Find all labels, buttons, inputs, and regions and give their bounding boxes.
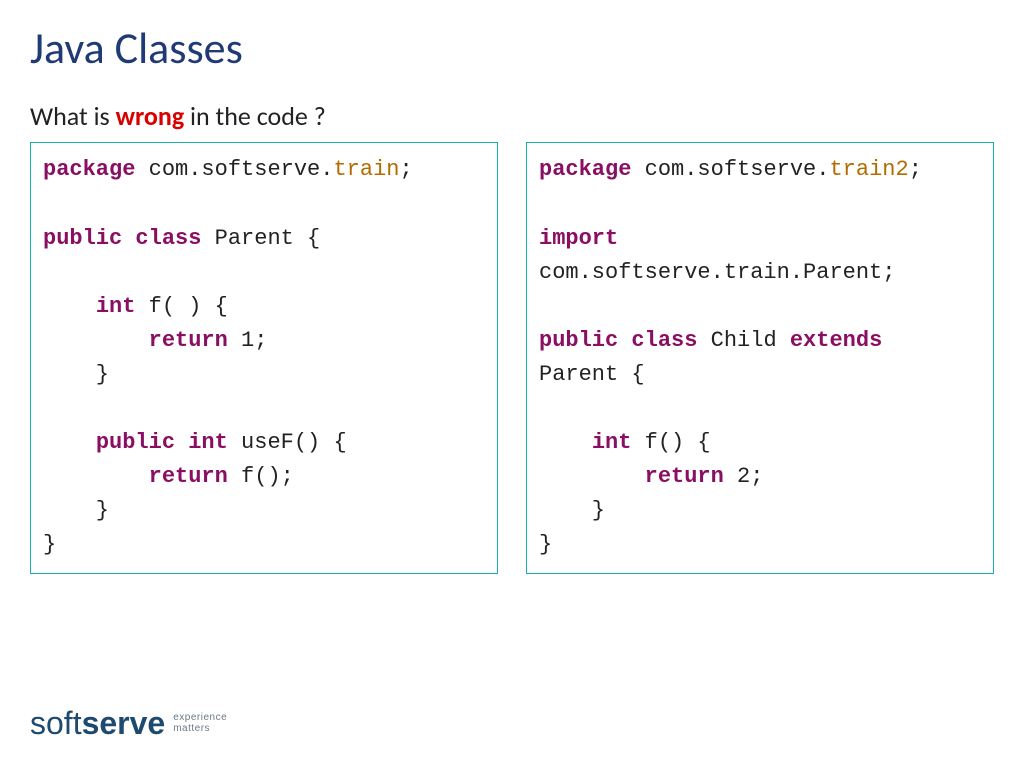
code-token: class: [631, 328, 697, 353]
code-token: extends: [790, 328, 882, 353]
code-token: int: [96, 294, 136, 319]
code-token: train2: [829, 157, 908, 182]
code-token: int: [592, 430, 632, 455]
logo: softserve experience matters: [30, 707, 227, 739]
slide: Java Classes What is wrong in the code ?…: [0, 0, 1024, 767]
code-token: return: [645, 464, 724, 489]
code-token: public: [43, 226, 122, 251]
logo-main: softserve: [30, 707, 165, 739]
logo-tagline: experience matters: [173, 712, 227, 734]
code-token: public: [96, 430, 175, 455]
logo-serve: serve: [82, 705, 166, 741]
code-token: return: [149, 328, 228, 353]
code-token: return: [149, 464, 228, 489]
code-token: public: [539, 328, 618, 353]
code-row: package com.softserve.train; public clas…: [30, 142, 994, 573]
logo-tag-line2: matters: [173, 723, 227, 734]
page-title: Java Classes: [30, 24, 994, 72]
code-token: class: [135, 226, 201, 251]
logo-soft: soft: [30, 705, 82, 741]
code-token: int: [188, 430, 228, 455]
code-box-right: package com.softserve.train2; import com…: [526, 142, 994, 573]
logo-tag-line1: experience: [173, 712, 227, 723]
prompt-wrong: wrong: [116, 100, 185, 132]
prompt-after: in the code ?: [184, 100, 326, 132]
prompt-text: What is wrong in the code ?: [30, 100, 994, 132]
code-token: train: [333, 157, 399, 182]
prompt-before: What is: [30, 100, 116, 132]
code-token: package: [43, 157, 135, 182]
code-token: import: [539, 226, 618, 251]
code-token: package: [539, 157, 631, 182]
code-box-left: package com.softserve.train; public clas…: [30, 142, 498, 573]
